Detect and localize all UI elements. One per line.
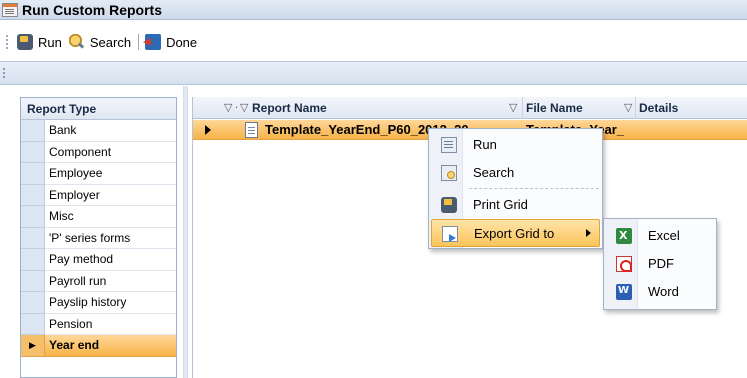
export-menu-item-excel[interactable]: Excel bbox=[606, 222, 714, 250]
menu-item-label: Search bbox=[473, 165, 515, 180]
report-type-item-label: Bank bbox=[45, 120, 176, 142]
report-type-item-component[interactable]: Component bbox=[21, 141, 176, 163]
report-type-item-payslip-history[interactable]: Payslip history bbox=[21, 292, 176, 314]
filter-icon[interactable]: ▽ bbox=[624, 101, 632, 114]
search-icon bbox=[68, 34, 85, 50]
menu-item-label: Export Grid to bbox=[474, 226, 555, 241]
main-toolbar: Run Search Done bbox=[0, 30, 747, 54]
export-icon bbox=[442, 226, 458, 242]
filter-icon[interactable]: ▽ bbox=[240, 101, 248, 114]
menu-separator bbox=[469, 188, 599, 189]
report-type-item-label: Year end bbox=[45, 335, 176, 357]
column-header-file-name[interactable]: File Name bbox=[522, 97, 583, 119]
cell-details[interactable] bbox=[639, 120, 739, 140]
done-button-label: Done bbox=[166, 34, 198, 50]
report-type-item-payroll-run[interactable]: Payroll run bbox=[21, 270, 176, 292]
run-icon bbox=[17, 34, 33, 50]
report-type-item-label: Component bbox=[45, 142, 176, 163]
report-type-item-label: Employee bbox=[45, 163, 176, 185]
report-type-item-employer[interactable]: Employer bbox=[21, 184, 176, 206]
menu-item-label: Word bbox=[648, 284, 679, 299]
export-menu-item-word[interactable]: Word bbox=[606, 278, 714, 306]
context-menu-item-export-grid-to[interactable]: Export Grid to bbox=[431, 219, 600, 247]
report-type-item-label: Payroll run bbox=[45, 271, 176, 292]
search-icon bbox=[441, 165, 457, 181]
word-icon bbox=[616, 284, 632, 300]
panel-splitter[interactable] bbox=[183, 86, 188, 378]
report-type-header[interactable]: Report Type bbox=[21, 98, 176, 120]
run-button-label: Run bbox=[38, 34, 62, 50]
done-icon bbox=[143, 34, 162, 50]
menu-item-label: Excel bbox=[648, 228, 680, 243]
context-menu: Run Search Print Grid Export Grid to bbox=[428, 128, 603, 249]
report-type-item-year-end[interactable]: ▶ Year end bbox=[21, 335, 176, 357]
filter-icon[interactable]: ▽ bbox=[224, 101, 232, 114]
current-row-indicator-icon: ▶ bbox=[21, 335, 45, 357]
print-icon bbox=[441, 197, 457, 213]
report-type-item-label: 'P' series forms bbox=[45, 228, 176, 249]
report-type-item-label: Payslip history bbox=[45, 292, 176, 314]
menu-item-label: PDF bbox=[648, 256, 674, 271]
report-type-item-label: Pay method bbox=[45, 249, 176, 271]
grid-header: ▽ . ▽ Report Name ▽ File Name ▽ Details bbox=[193, 97, 747, 119]
run-icon bbox=[441, 137, 457, 153]
report-type-item-label: Pension bbox=[45, 314, 176, 335]
excel-icon bbox=[616, 228, 632, 244]
filter-dot-icon: . bbox=[235, 99, 239, 111]
search-button-label: Search bbox=[89, 34, 132, 50]
context-menu-item-print-grid[interactable]: Print Grid bbox=[431, 191, 600, 219]
submenu-arrow-icon bbox=[586, 229, 591, 237]
done-button[interactable]: Done bbox=[143, 34, 198, 50]
secondary-toolbar-strip bbox=[0, 61, 747, 85]
context-menu-item-search[interactable]: Search bbox=[431, 159, 600, 187]
row-indicator-icon bbox=[205, 125, 211, 135]
search-button[interactable]: Search bbox=[68, 34, 132, 50]
report-document-icon bbox=[245, 122, 258, 138]
report-window-icon bbox=[2, 2, 18, 17]
report-type-item-p-series-forms[interactable]: 'P' series forms bbox=[21, 227, 176, 249]
report-type-item-employee[interactable]: Employee bbox=[21, 163, 176, 185]
report-type-item-pay-method[interactable]: Pay method bbox=[21, 249, 176, 271]
filter-icon[interactable]: ▽ bbox=[509, 101, 517, 114]
toolbar-grip[interactable] bbox=[6, 35, 9, 49]
report-type-item-pension[interactable]: Pension bbox=[21, 313, 176, 335]
menu-item-label: Print Grid bbox=[473, 197, 528, 212]
column-header-report-name[interactable]: Report Name bbox=[252, 97, 327, 119]
run-button[interactable]: Run bbox=[17, 34, 62, 50]
pdf-icon bbox=[616, 256, 632, 272]
context-menu-item-run[interactable]: Run bbox=[431, 131, 600, 159]
report-type-item-bank[interactable]: Bank bbox=[21, 120, 176, 142]
column-header-details[interactable]: Details bbox=[635, 97, 678, 119]
toolbar-separator bbox=[138, 34, 140, 50]
export-menu-item-pdf[interactable]: PDF bbox=[606, 250, 714, 278]
report-type-item-misc[interactable]: Misc bbox=[21, 206, 176, 228]
report-type-panel: Report Type Bank Component Employee Empl… bbox=[20, 97, 177, 378]
export-submenu: Excel PDF Word bbox=[603, 218, 717, 310]
window-title-bar: Run Custom Reports bbox=[0, 0, 747, 20]
window-title: Run Custom Reports bbox=[22, 1, 162, 18]
strip-grip[interactable] bbox=[3, 68, 5, 78]
menu-item-label: Run bbox=[473, 137, 497, 152]
report-type-item-label: Misc bbox=[45, 206, 176, 228]
report-type-item-label: Employer bbox=[45, 185, 176, 206]
